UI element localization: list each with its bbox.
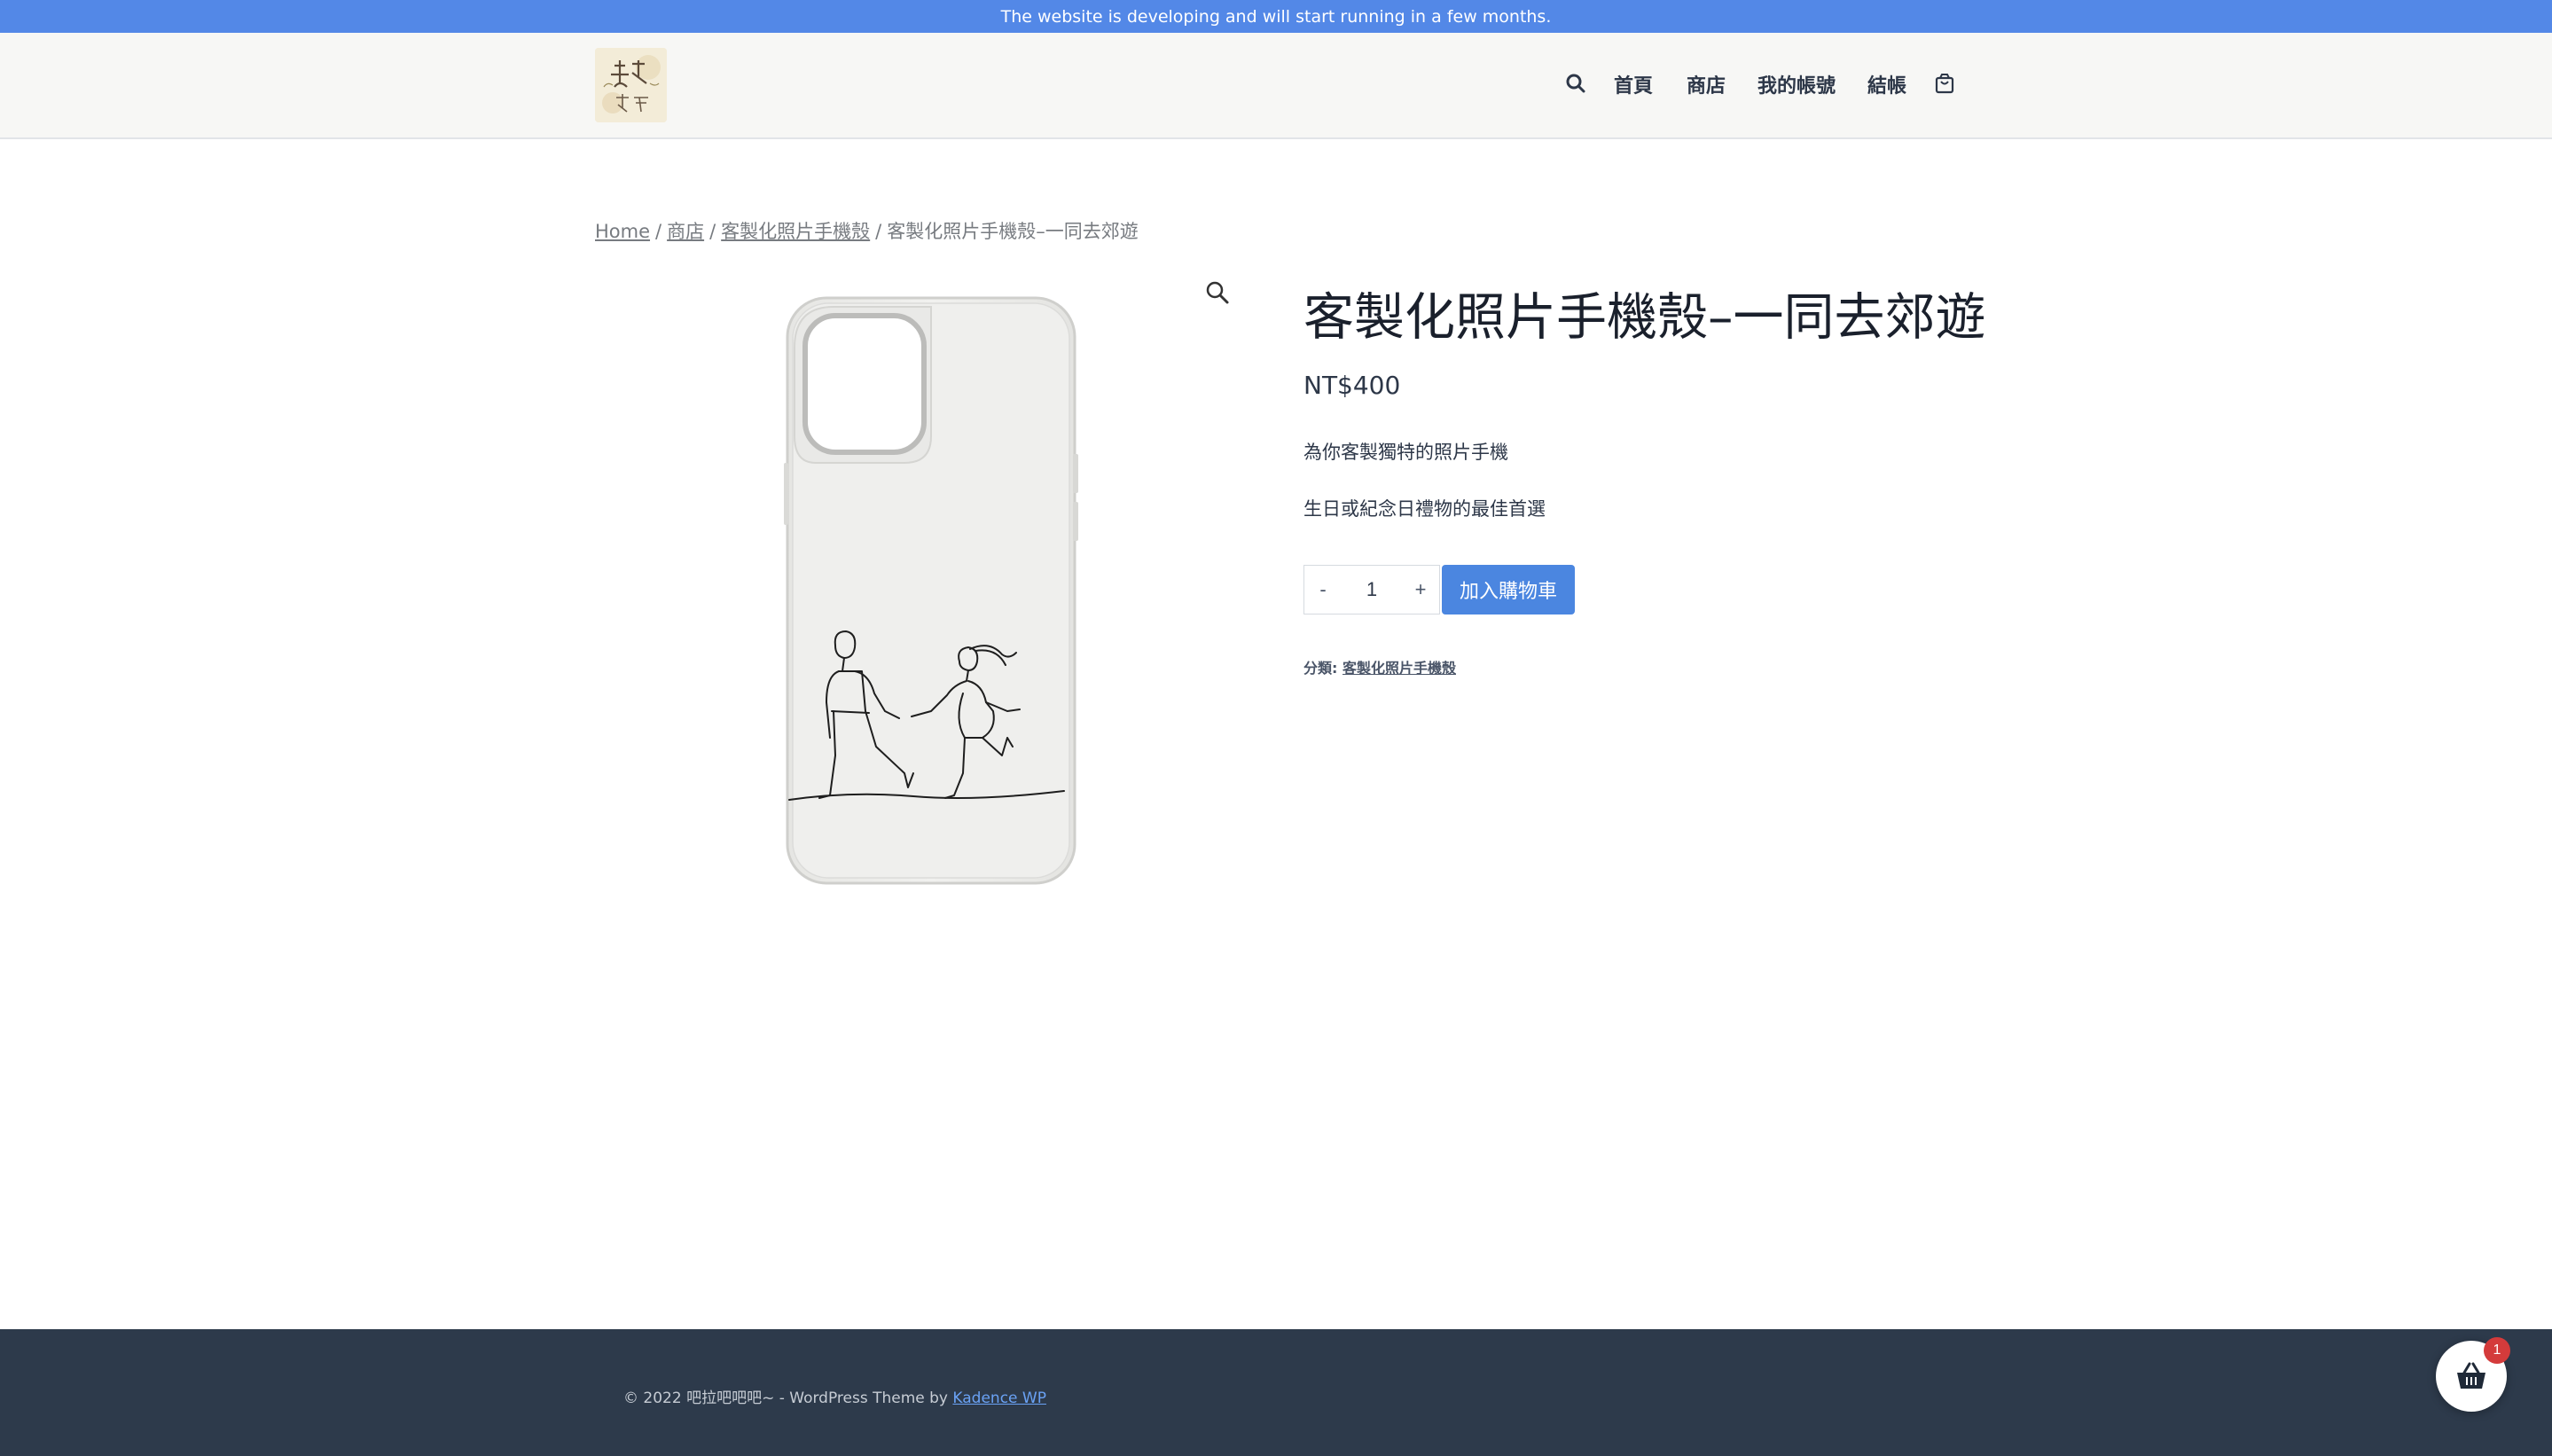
notice-bar: The website is developing and will start… xyxy=(0,0,2552,33)
quantity-input[interactable] xyxy=(1345,578,1398,601)
nav-item-home[interactable]: 首頁 xyxy=(1614,70,1653,98)
category-link[interactable]: 客製化照片手機殼 xyxy=(1343,660,1456,677)
quantity-increase-button[interactable]: + xyxy=(1402,566,1439,614)
product-description-line: 為你客製獨特的照片手機 xyxy=(1303,442,1508,463)
breadcrumb-shop-link[interactable]: 商店 xyxy=(667,221,704,242)
quantity-decrease-button[interactable]: - xyxy=(1304,566,1342,614)
site-header: 首頁 商店 我的帳號 結帳 xyxy=(0,33,2552,139)
quantity-stepper: - + xyxy=(1303,565,1440,614)
category-label: 分類: xyxy=(1303,660,1338,677)
breadcrumb-separator: / xyxy=(655,221,662,242)
add-to-cart-button[interactable]: 加入購物車 xyxy=(1442,565,1575,614)
breadcrumb-current: 客製化照片手機殼–一同去郊遊 xyxy=(887,221,1139,242)
nav-item-shop[interactable]: 商店 xyxy=(1687,70,1726,98)
phone-case-image xyxy=(784,296,1078,885)
floating-cart-button[interactable]: 1 xyxy=(2436,1337,2510,1412)
nav-item-checkout[interactable]: 結帳 xyxy=(1867,70,1906,98)
product-description-line: 生日或紀念日禮物的最佳首選 xyxy=(1303,498,1546,520)
footer-copyright: © 2022 吧拉吧吧吧~ - WordPress Theme by Kaden… xyxy=(623,1385,1046,1407)
cart-count-badge: 1 xyxy=(2484,1337,2510,1364)
breadcrumb-separator: / xyxy=(875,221,882,242)
product-meta: 分類: 客製化照片手機殼 xyxy=(1303,656,1456,677)
breadcrumb: Home / 商店 / 客製化照片手機殼 / 客製化照片手機殼–一同去郊遊 xyxy=(595,217,1139,244)
product-price: NT$400 xyxy=(1303,371,1401,400)
site-footer xyxy=(0,1329,2552,1456)
cart-icon[interactable] xyxy=(1934,72,1955,95)
copyright-text: © 2022 吧拉吧吧吧~ - WordPress Theme by xyxy=(623,1389,948,1407)
zoom-icon[interactable] xyxy=(1205,280,1230,305)
basket-icon xyxy=(2457,1362,2485,1389)
search-icon[interactable] xyxy=(1565,73,1586,94)
notice-text: The website is developing and will start… xyxy=(1000,6,1552,27)
breadcrumb-home-link[interactable]: Home xyxy=(595,221,650,242)
breadcrumb-separator: / xyxy=(709,221,716,242)
breadcrumb-category-link[interactable]: 客製化照片手機殼 xyxy=(721,221,870,242)
product-image[interactable] xyxy=(780,294,1082,888)
nav-item-my-account[interactable]: 我的帳號 xyxy=(1757,70,1836,98)
theme-link[interactable]: Kadence WP xyxy=(952,1389,1046,1407)
product-title: 客製化照片手機殼–一同去郊遊 xyxy=(1303,288,1986,347)
primary-nav: 首頁 商店 我的帳號 結帳 xyxy=(0,33,2552,139)
